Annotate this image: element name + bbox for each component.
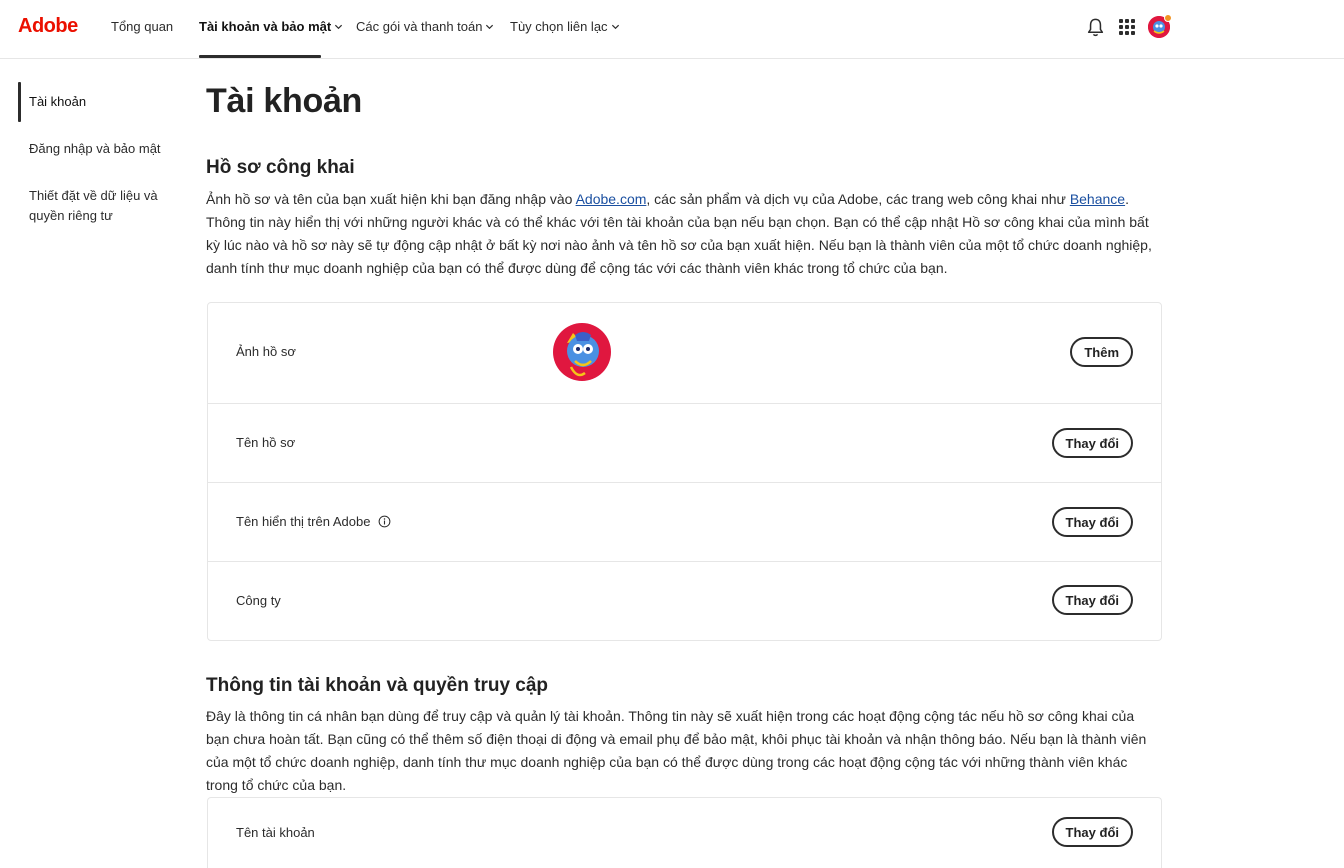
page-title: Tài khoản [206,82,362,120]
top-navigation: Adobe Tổng quan Tài khoản và bảo mật Các… [0,0,1344,59]
chevron-down-icon [335,24,343,30]
chevron-down-icon [611,24,619,30]
nav-tab-label: Các gói và thanh toán [356,19,483,34]
nav-tab-label: Tổng quan [111,19,174,34]
nav-tab-plans-payment[interactable]: Các gói và thanh toán [356,19,494,34]
nav-tab-communication-preferences[interactable]: Tùy chọn liên lạc [510,19,620,34]
change-display-name-button[interactable]: Thay đổi [1051,507,1133,537]
profile-photo-row: Ảnh hồ sơ Thêm [208,303,1161,404]
row-label: Tên hiển thị trên Adobe [236,514,391,529]
row-label: Tên tài khoản [236,825,315,840]
change-company-button[interactable]: Thay đổi [1051,585,1133,615]
add-photo-button[interactable]: Thêm [1070,337,1133,367]
public-profile-card: Ảnh hồ sơ Thêm Tên hồ sơ Thay đổi Tên hi… [207,302,1162,641]
public-profile-heading: Hồ sơ công khai [206,157,355,178]
nav-tab-overview[interactable]: Tổng quan [111,19,173,34]
behance-link[interactable]: Behance [1070,191,1125,207]
notification-dot [1164,14,1172,22]
adobe-com-link[interactable]: Adobe.com [576,191,647,207]
active-tab-indicator [199,55,321,58]
public-profile-description: Ảnh hồ sơ và tên của bạn xuất hiện khi b… [206,191,1152,276]
row-label: Công ty [236,593,281,608]
row-label-text: Tên hiển thị trên Adobe [236,514,371,529]
row-label: Ảnh hồ sơ [236,344,296,359]
sidebar-item-account[interactable]: Tài khoản [29,92,179,112]
sidebar-item-sign-in-security[interactable]: Đăng nhập và bảo mật [29,139,179,159]
user-avatar[interactable] [1148,14,1172,38]
change-account-name-button[interactable]: Thay đổi [1051,817,1133,847]
account-info-heading: Thông tin tài khoản và quyền truy cập [206,675,549,696]
profile-name-row: Tên hồ sơ Thay đổi [208,404,1161,483]
change-profile-name-button[interactable]: Thay đổi [1051,428,1133,458]
company-row: Công ty Thay đổi [208,562,1161,640]
account-name-row: Tên tài khoản Thay đổi [208,798,1161,868]
adobe-logo[interactable]: Adobe [18,15,78,38]
account-info-card: Tên tài khoản Thay đổi [207,797,1162,868]
sidebar-item-data-privacy[interactable]: Thiết đặt về dữ liệu và quyền riêng tư [29,186,179,226]
info-icon[interactable] [378,515,391,528]
nav-tab-label: Tùy chọn liên lạc [510,19,608,34]
nav-tab-label: Tài khoản và bảo mật [199,19,332,34]
row-label: Tên hồ sơ [236,435,296,450]
bell-icon[interactable] [1086,17,1105,38]
chevron-down-icon [486,24,494,30]
sidebar-active-indicator [18,82,21,122]
apps-grid-icon[interactable] [1119,19,1135,35]
display-name-row: Tên hiển thị trên Adobe Thay đổi [208,483,1161,562]
account-info-description: Đây là thông tin cá nhân bạn dùng để tru… [206,708,1147,793]
profile-photo [553,323,611,381]
nav-tab-account-security[interactable]: Tài khoản và bảo mật [199,19,343,34]
